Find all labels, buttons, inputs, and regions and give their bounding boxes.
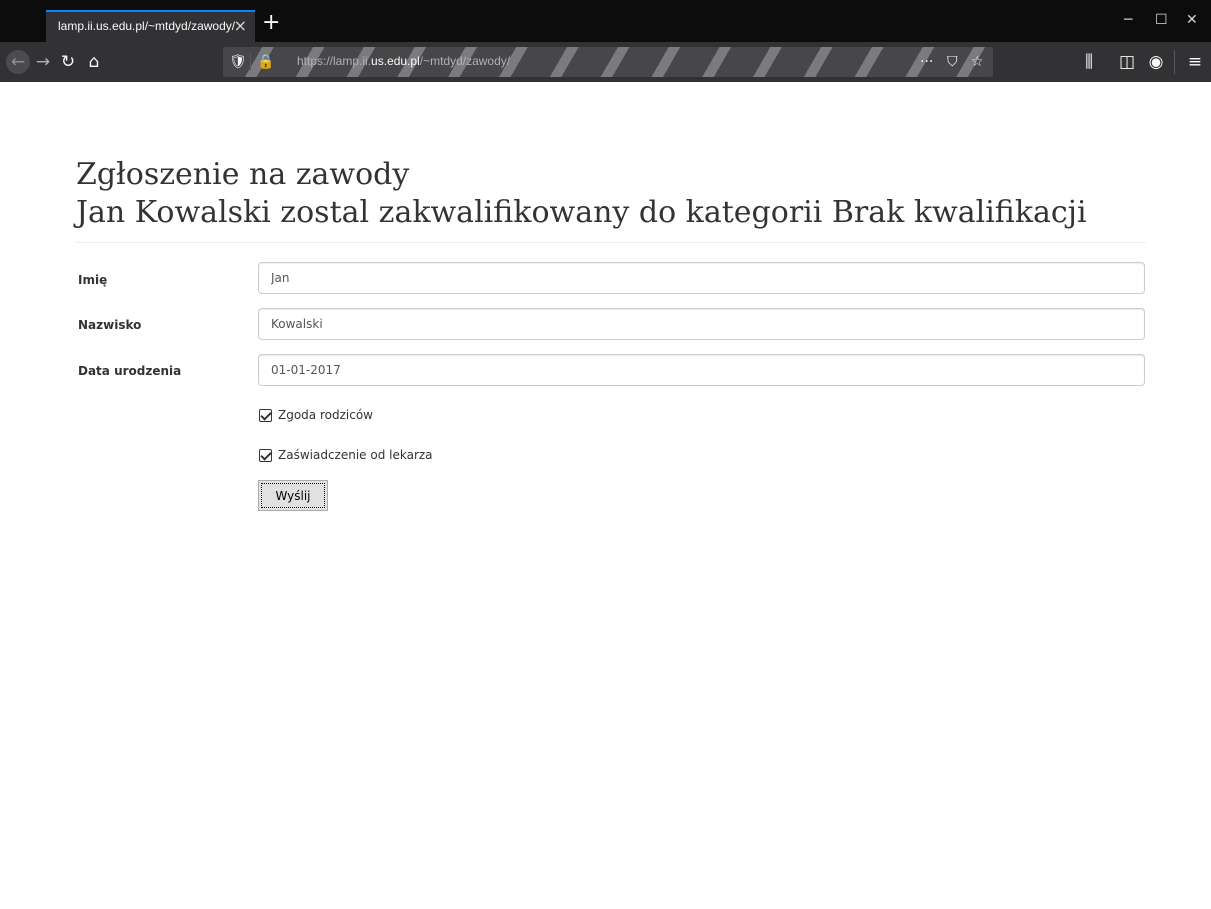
submit-button[interactable]: Wyślij bbox=[258, 480, 328, 511]
minimize-icon[interactable]: ─ bbox=[1124, 10, 1132, 30]
account-icon[interactable]: ◉ bbox=[1144, 50, 1168, 74]
library-icon[interactable]: ⫼ bbox=[1077, 50, 1101, 74]
last-name-label: Nazwisko bbox=[78, 318, 142, 332]
url-prefix: https://lamp.ii. bbox=[297, 54, 372, 68]
home-icon[interactable]: ⌂ bbox=[82, 50, 106, 74]
reload-icon[interactable]: ↻ bbox=[56, 50, 80, 74]
tab-active[interactable]: lamp.ii.us.edu.pl/~mtdyd/zawody/ × bbox=[46, 10, 255, 42]
page-title: Zgłoszenie na zawody Jan Kowalski zostal… bbox=[76, 156, 1087, 232]
bookmark-star-icon[interactable]: ☆ bbox=[971, 52, 984, 72]
back-icon[interactable]: ← bbox=[6, 50, 30, 74]
sidebar-icon[interactable]: ◫ bbox=[1115, 50, 1139, 74]
page-actions-icon[interactable]: ··· bbox=[920, 52, 933, 72]
first-name-label: Imię bbox=[78, 273, 108, 287]
shield-icon[interactable]: 🛡 bbox=[229, 52, 247, 72]
medical-certificate-checkbox[interactable] bbox=[259, 448, 272, 462]
window-close-icon[interactable]: ✕ bbox=[1186, 10, 1198, 30]
pocket-icon[interactable]: ⛉ bbox=[947, 52, 958, 72]
browser-chrome: lamp.ii.us.edu.pl/~mtdyd/zawody/ × + ─ ☐… bbox=[0, 0, 1211, 82]
url-bar[interactable]: 🛡 🔒 https://lamp.ii.us.edu.pl/~mtdyd/zaw… bbox=[223, 47, 993, 77]
divider bbox=[76, 242, 1146, 243]
birth-date-input[interactable] bbox=[258, 354, 1145, 386]
menu-icon[interactable]: ≡ bbox=[1183, 50, 1207, 74]
medical-certificate-label[interactable]: Zaświadczenie od lekarza bbox=[278, 448, 433, 462]
page-title-line2: Jan Kowalski zostal zakwalifikowany do k… bbox=[76, 195, 1087, 230]
parent-consent-label[interactable]: Zgoda rodziców bbox=[278, 408, 373, 422]
tab-title: lamp.ii.us.edu.pl/~mtdyd/zawody/ bbox=[58, 19, 236, 33]
url-text[interactable]: https://lamp.ii.us.edu.pl/~mtdyd/zawody/ bbox=[297, 54, 510, 68]
tab-close-icon[interactable]: × bbox=[234, 16, 247, 36]
medical-certificate-row[interactable]: Zaświadczenie od lekarza bbox=[259, 448, 433, 462]
birth-date-label: Data urodzenia bbox=[78, 364, 182, 378]
first-name-input[interactable] bbox=[258, 262, 1145, 294]
new-tab-button[interactable]: + bbox=[262, 12, 280, 34]
forward-icon[interactable]: → bbox=[31, 50, 55, 74]
toolbar-separator bbox=[1174, 50, 1175, 74]
maximize-icon[interactable]: ☐ bbox=[1155, 10, 1168, 30]
lock-icon[interactable]: 🔒 bbox=[257, 52, 274, 72]
url-separator bbox=[250, 53, 251, 71]
url-host: us.edu.pl bbox=[371, 54, 420, 68]
tab-strip: lamp.ii.us.edu.pl/~mtdyd/zawody/ × + ─ ☐… bbox=[0, 0, 1211, 42]
parent-consent-checkbox[interactable] bbox=[259, 408, 272, 422]
parent-consent-row[interactable]: Zgoda rodziców bbox=[259, 408, 373, 422]
url-path: /~mtdyd/zawody/ bbox=[419, 54, 511, 68]
page-title-line1: Zgłoszenie na zawody bbox=[76, 157, 410, 192]
last-name-input[interactable] bbox=[258, 308, 1145, 340]
